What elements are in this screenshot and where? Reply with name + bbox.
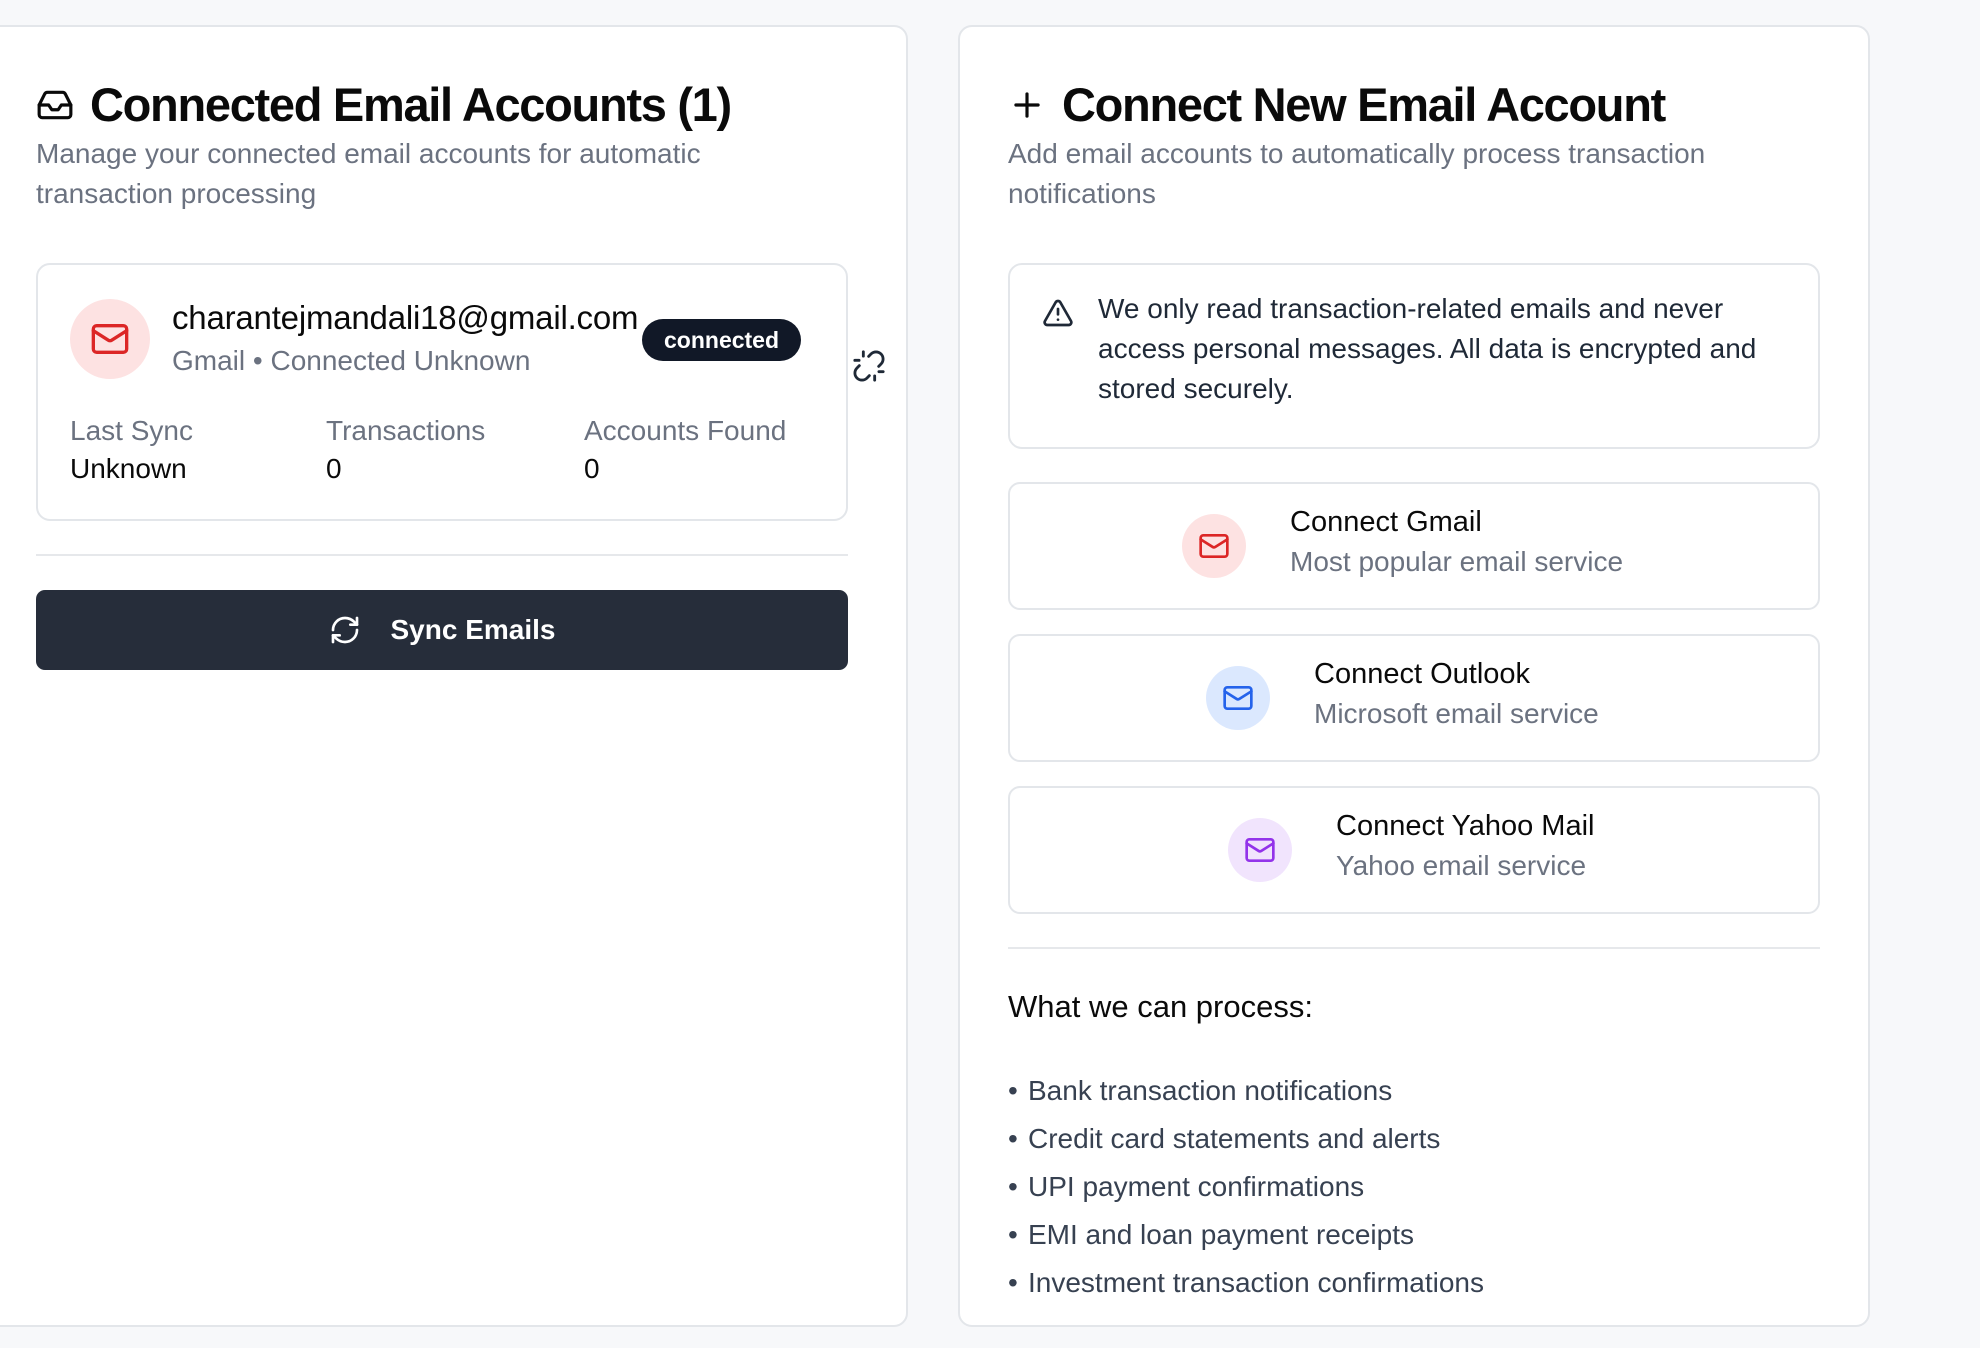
plus-icon [1014, 91, 1040, 118]
account-item: charantejmandali18@gmail.com Gmail • Con… [36, 263, 848, 521]
stat-label: Last Sync [70, 415, 193, 446]
stat-value: 0 [584, 453, 600, 484]
stat-last-sync: Last Sync Unknown [70, 413, 193, 489]
refresh-icon [331, 616, 358, 644]
connected-accounts-card: Connected Email Accounts (1) Manage your… [0, 25, 908, 1327]
stat-label: Transactions [326, 415, 486, 446]
bullet: • [1008, 1267, 1018, 1298]
list-item: • Credit card statements and alerts [1008, 1115, 1484, 1163]
bullet: • [1008, 1123, 1018, 1154]
mail-icon [91, 324, 129, 354]
divider [1008, 947, 1820, 949]
connect-outlook-button[interactable]: Connect Outlook Microsoft email service [1008, 634, 1820, 762]
privacy-notice: We only read transaction-related emails … [1008, 263, 1820, 449]
list-item: • UPI payment confirmations [1008, 1163, 1484, 1211]
provider-name: Connect Yahoo Mail [1336, 810, 1595, 842]
mail-icon [1245, 838, 1275, 862]
bullet: • [1008, 1171, 1018, 1202]
list-item-text: UPI payment confirmations [1028, 1171, 1365, 1202]
bullet: • [1008, 1075, 1018, 1106]
stat-value: Unknown [70, 453, 187, 484]
divider [36, 554, 848, 556]
sync-emails-button[interactable]: Sync Emails [36, 590, 848, 670]
stat-value: 0 [326, 453, 342, 484]
connected-accounts-description: Manage your connected email accounts for… [36, 138, 701, 209]
connect-yahoo-button[interactable]: Connect Yahoo Mail Yahoo email service [1008, 786, 1820, 914]
bullet: • [1008, 1219, 1018, 1250]
stat-transactions: Transactions 0 [326, 413, 485, 489]
list-item: • Bank transaction notifications [1008, 1067, 1484, 1115]
provider-desc: Most popular email service [1290, 546, 1624, 577]
connect-new-title: Connect New Email Account [1008, 77, 1666, 132]
inbox-icon [37, 90, 73, 119]
mail-icon [1223, 686, 1253, 710]
list-item-text: Bank transaction notifications [1028, 1075, 1393, 1106]
outlook-avatar [1206, 666, 1270, 730]
account-avatar [70, 299, 150, 379]
list-item-text: Investment transaction confirmations [1028, 1267, 1484, 1298]
stat-label: Accounts Found [584, 415, 787, 446]
gmail-avatar [1182, 514, 1246, 578]
privacy-notice-text: We only read transaction-related emails … [1098, 293, 1757, 404]
list-item-text: Credit card statements and alerts [1028, 1123, 1441, 1154]
provider-desc: Yahoo email service [1336, 850, 1587, 881]
process-list: • Bank transaction notifications • Credit … [1008, 1067, 1484, 1307]
account-email: charantejmandali18@gmail.com [172, 299, 639, 336]
warning-icon [1043, 299, 1073, 327]
connect-new-description: Add email accounts to automatically proc… [1008, 138, 1706, 209]
sync-emails-label: Sync Emails [390, 614, 556, 645]
list-item: • EMI and loan payment receipts [1008, 1211, 1484, 1259]
list-item-text: EMI and loan payment receipts [1028, 1219, 1414, 1250]
connect-gmail-button[interactable]: Connect Gmail Most popular email service [1008, 482, 1820, 610]
connected-accounts-title: Connected Email Accounts (1) [36, 77, 732, 132]
account-meta: Gmail • Connected Unknown [172, 345, 531, 376]
yahoo-avatar [1228, 818, 1292, 882]
list-item: • Investment transaction confirmations [1008, 1259, 1484, 1307]
provider-name: Connect Gmail [1290, 506, 1482, 538]
process-heading: What we can process: [1008, 989, 1313, 1024]
stat-accounts-found: Accounts Found 0 [584, 413, 786, 489]
connected-accounts-title-text: Connected Email Accounts (1) [90, 78, 732, 131]
provider-name: Connect Outlook [1314, 658, 1531, 690]
status-badge: connected [642, 319, 802, 361]
provider-desc: Microsoft email service [1314, 698, 1599, 729]
connect-new-account-card: Connect New Email Account Add email acco… [958, 25, 1870, 1327]
connect-new-title-text: Connect New Email Account [1062, 78, 1666, 131]
mail-icon [1199, 534, 1229, 558]
unlink-icon[interactable] [852, 349, 886, 383]
